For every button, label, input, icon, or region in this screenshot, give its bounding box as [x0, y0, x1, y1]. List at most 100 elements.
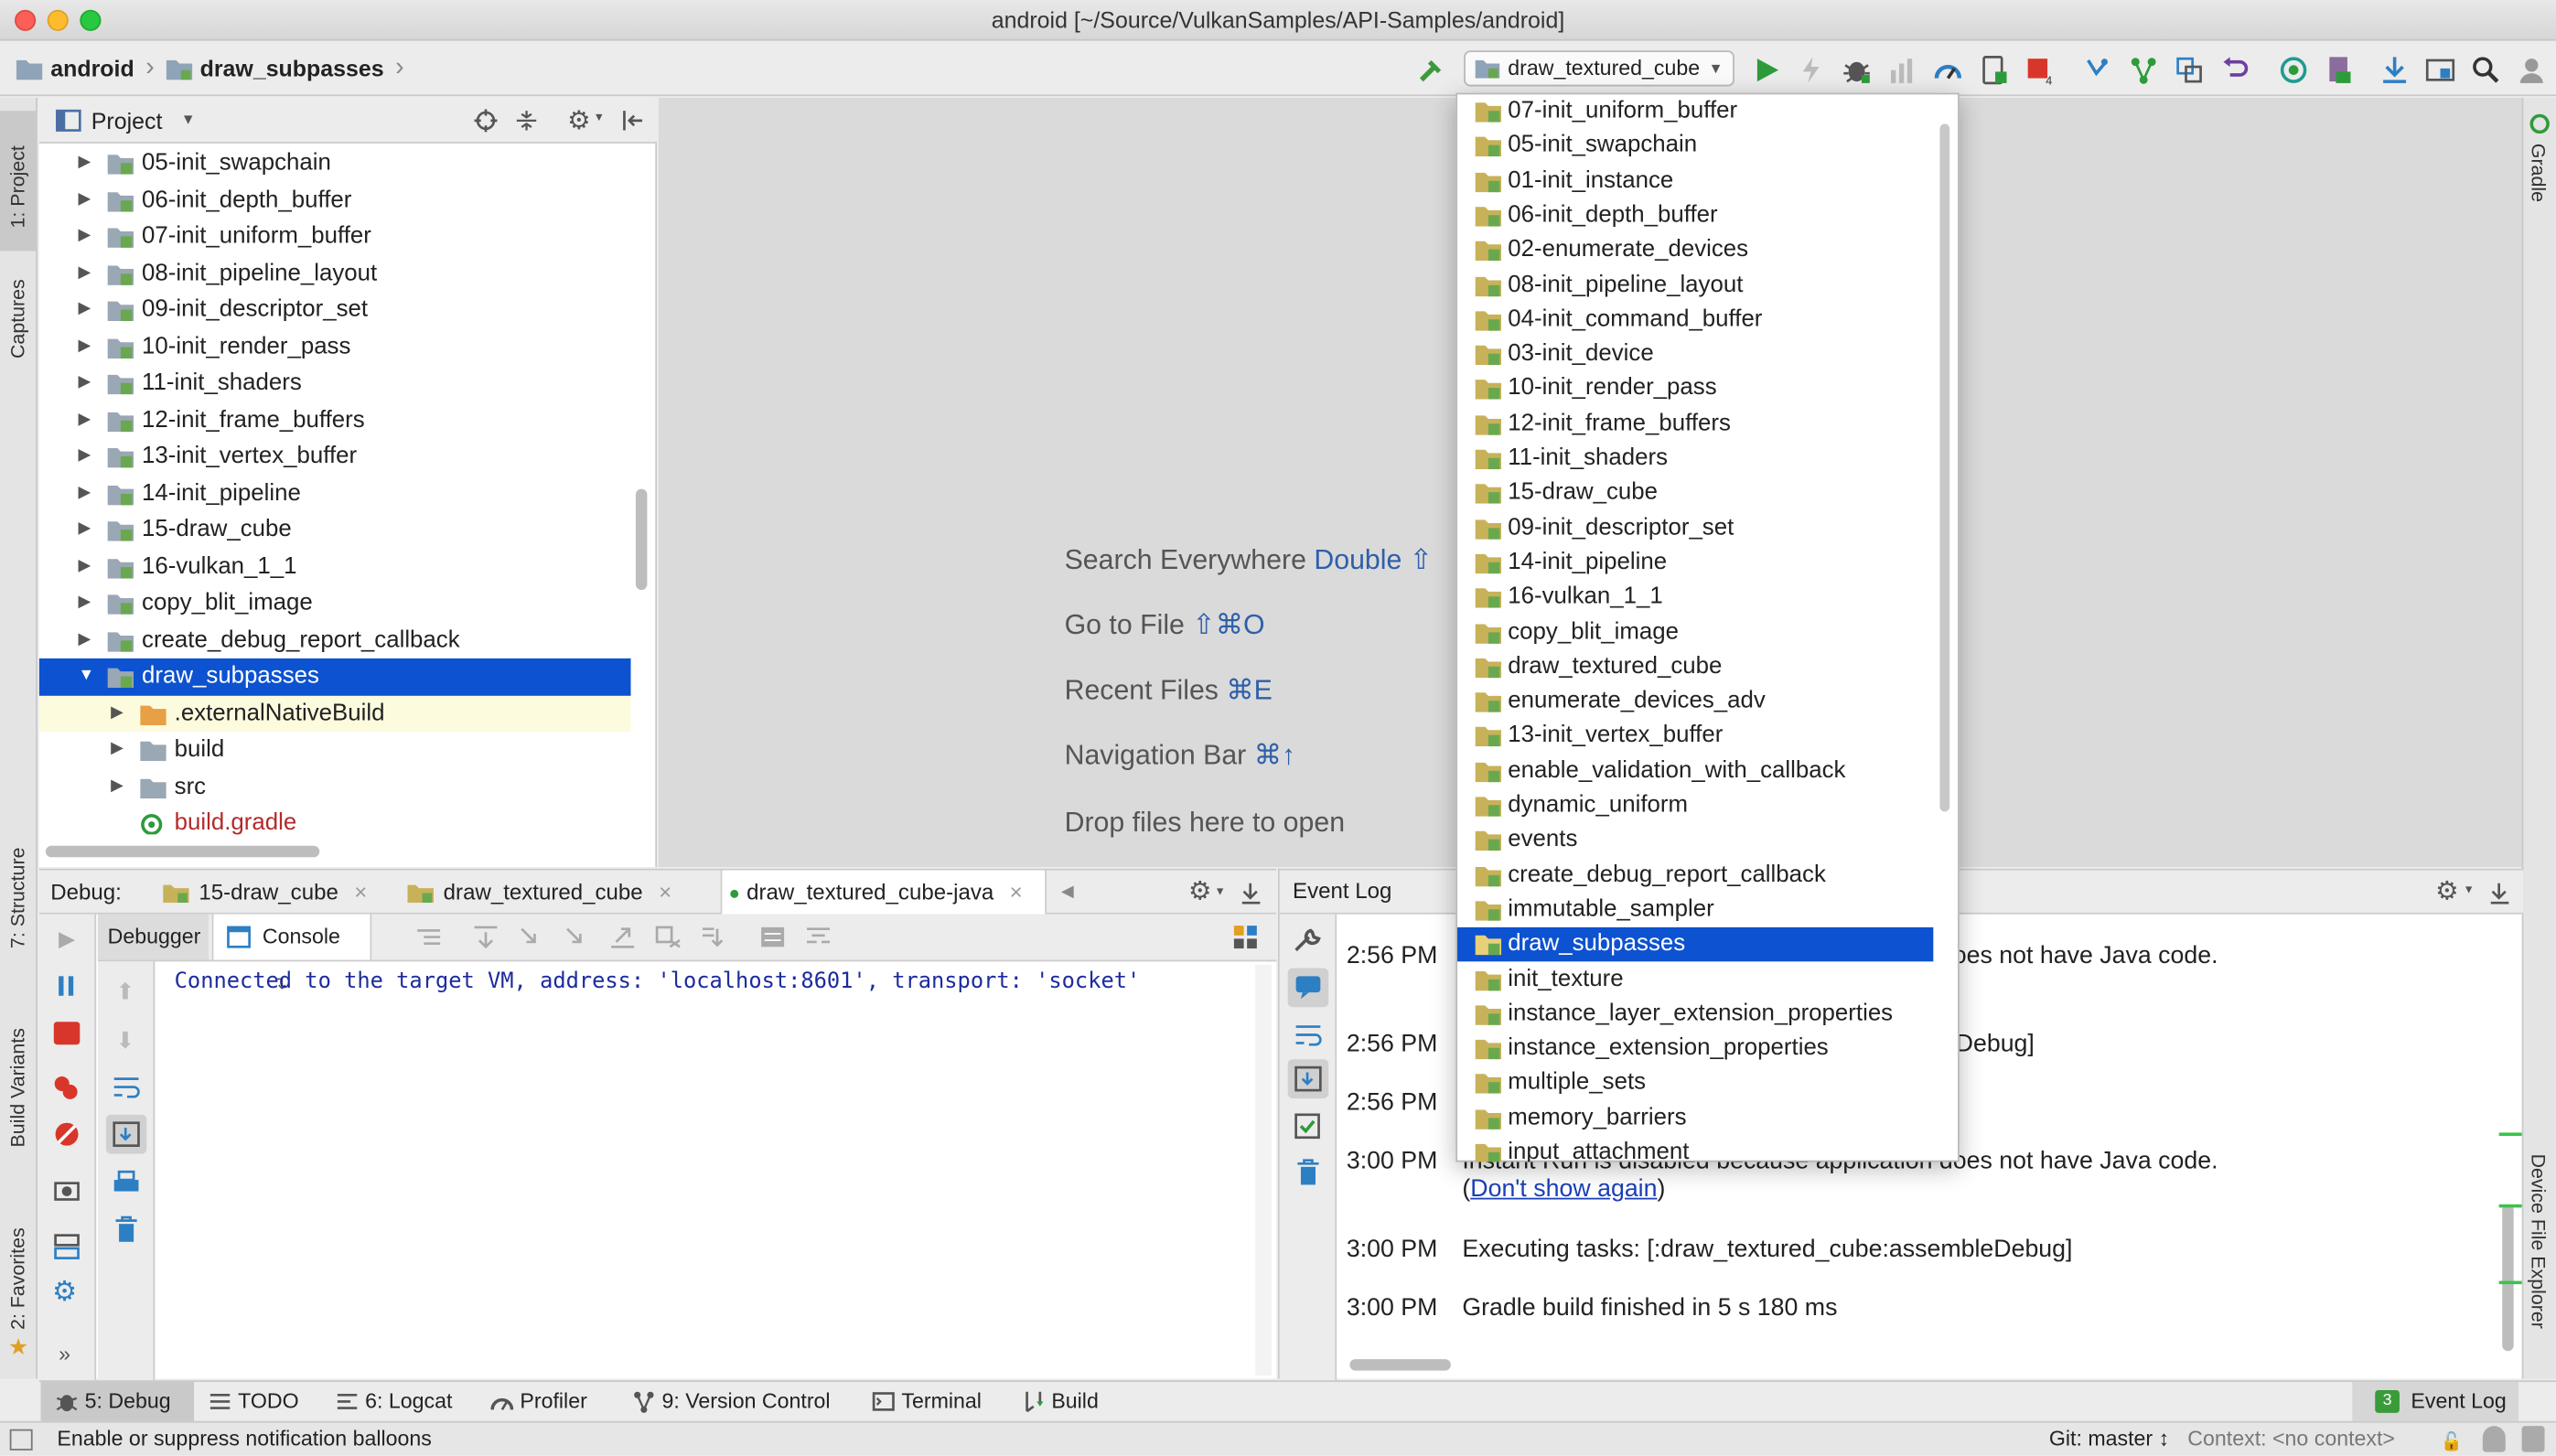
search-icon[interactable]	[2471, 56, 2500, 85]
gradle-tool-tab[interactable]: Gradle	[2523, 113, 2556, 215]
configuration-item[interactable]: 15-draw_cube	[1457, 476, 1933, 511]
compare-icon[interactable]	[2175, 56, 2204, 85]
configuration-item[interactable]: input_attachment	[1457, 1136, 1933, 1162]
event-log-horizontal-scrollbar[interactable]	[1349, 1359, 1451, 1371]
expand-arrow-right-icon[interactable]: ▶	[79, 585, 91, 622]
profiler-gauge-icon[interactable]	[1933, 56, 1962, 85]
configuration-item[interactable]: 03-init_device	[1457, 337, 1933, 372]
debug-tab-15-draw-cube[interactable]: 15-draw_cube ×	[163, 871, 367, 915]
configuration-item[interactable]: 01-init_instance	[1457, 164, 1933, 198]
git-branch-widget[interactable]: Git: master ↕	[2049, 1423, 2169, 1456]
tab-terminal[interactable]: Terminal	[869, 1382, 982, 1421]
tree-item[interactable]: ▶ 10-init_render_pass	[39, 328, 631, 365]
settings-gear-icon[interactable]: ⚙	[2435, 875, 2459, 908]
tabs-left-arrow-icon[interactable]: ◀	[1061, 871, 1074, 915]
configuration-item[interactable]: 11-init_shaders	[1457, 442, 1933, 476]
debug-tab-draw-textured-cube[interactable]: draw_textured_cube ×	[407, 871, 671, 915]
hide-panel-icon[interactable]	[621, 109, 644, 132]
configuration-item[interactable]: 06-init_depth_buffer	[1457, 198, 1933, 233]
debugger-tab[interactable]: Debugger	[97, 914, 209, 960]
settings-gear-icon[interactable]: ⚙	[1188, 871, 1212, 915]
tab-build[interactable]: Build	[1019, 1382, 1099, 1421]
vcs-branch-icon[interactable]	[2129, 56, 2158, 85]
build-variants-tool-tab[interactable]: Build Variants	[0, 1011, 36, 1173]
camera-icon[interactable]	[54, 1178, 81, 1201]
expand-arrow-right-icon[interactable]: ▶	[79, 182, 91, 219]
debug-tab-draw-textured-cube-java[interactable]: draw_textured_cube-java ×	[720, 870, 1047, 915]
configuration-item[interactable]: init_texture	[1457, 962, 1933, 997]
chevron-down-icon[interactable]: ▼	[2463, 885, 2474, 896]
layout-icon[interactable]	[54, 1234, 81, 1260]
profile-icon[interactable]	[1887, 56, 1917, 85]
trash-icon[interactable]	[1296, 1159, 1321, 1186]
hide-panel-icon[interactable]	[2489, 882, 2510, 905]
rerun-icon[interactable]	[54, 929, 81, 952]
scroll-to-end-toggle[interactable]	[105, 1114, 147, 1154]
evaluate-expression-icon[interactable]	[759, 926, 786, 948]
tree-item[interactable]: ▶ 16-vulkan_1_1	[39, 549, 631, 585]
expand-arrow-right-icon[interactable]: ▶	[79, 401, 91, 438]
expand-arrow-right-icon[interactable]: ▶	[79, 145, 91, 182]
configuration-item[interactable]: multiple_sets	[1457, 1066, 1933, 1101]
expand-arrow-right-icon[interactable]: ▶	[79, 255, 91, 292]
expand-arrow-right-icon[interactable]: ▶	[79, 328, 91, 365]
view-breakpoints-icon[interactable]	[52, 1074, 81, 1103]
attach-debugger-icon[interactable]	[1979, 56, 2008, 85]
user-icon[interactable]	[2517, 56, 2546, 85]
breadcrumb-module[interactable]: draw_subpasses	[200, 56, 384, 82]
run-to-cursor-icon[interactable]	[701, 926, 727, 948]
up-arrow-icon[interactable]: ⬆	[116, 978, 135, 1005]
down-arrow-icon[interactable]: ⬇	[116, 1027, 135, 1055]
expand-arrow-right-icon[interactable]: ▶	[79, 219, 91, 255]
tree-item[interactable]: ▶ copy_blit_image	[39, 585, 631, 622]
sync-gradle-icon[interactable]	[2083, 56, 2112, 85]
collapse-all-icon[interactable]	[515, 109, 538, 132]
configuration-item[interactable]: 14-init_pipeline	[1457, 546, 1933, 581]
tab-debug[interactable]: 5: Debug	[52, 1382, 171, 1421]
tab-version-control[interactable]: 9: Version Control	[629, 1382, 831, 1421]
tree-item[interactable]: ▶ .externalNativeBuild	[38, 694, 631, 733]
trash-icon[interactable]	[114, 1215, 139, 1243]
project-tree-horizontal-scrollbar[interactable]	[45, 845, 320, 858]
tree-item[interactable]: ▶ 05-init_swapchain	[39, 145, 631, 182]
download-icon[interactable]	[2380, 56, 2410, 85]
expand-arrow-right-icon[interactable]: ▶	[111, 695, 124, 732]
tab-logcat[interactable]: 6: Logcat	[333, 1382, 452, 1421]
dont-show-again-link[interactable]: Don't show again	[1470, 1175, 1657, 1203]
run-icon[interactable]	[1753, 56, 1782, 85]
tree-item[interactable]: ▶ src	[39, 768, 631, 805]
configuration-item[interactable]: create_debug_report_callback	[1457, 858, 1933, 893]
tab-profiler[interactable]: Profiler	[488, 1382, 587, 1421]
step-over-icon[interactable]	[473, 926, 499, 949]
tree-item[interactable]: ▶ 08-init_pipeline_layout	[39, 255, 631, 292]
breadcrumb-project[interactable]: android	[50, 56, 134, 82]
project-view-selector[interactable]: Project	[91, 108, 163, 134]
tree-item[interactable]: ▶ 13-init_vertex_buffer	[39, 438, 631, 475]
configuration-item[interactable]: 10-init_render_pass	[1457, 372, 1933, 407]
scroll-from-source-icon[interactable]	[474, 109, 498, 133]
soft-wrap-icon[interactable]	[113, 1076, 140, 1098]
revert-icon[interactable]	[2220, 56, 2250, 85]
soft-wrap-icon[interactable]	[1294, 1023, 1322, 1046]
configuration-item[interactable]: draw_textured_cube	[1457, 650, 1933, 685]
configuration-item[interactable]: 12-init_frame_buffers	[1457, 407, 1933, 442]
avd-manager-icon[interactable]	[2279, 56, 2308, 85]
step-out-icon[interactable]	[609, 926, 636, 948]
close-tab-icon[interactable]: ×	[354, 880, 367, 905]
configuration-item[interactable]: immutable_sampler	[1457, 893, 1933, 927]
stop-icon[interactable]: 4	[2024, 56, 2054, 85]
expand-arrow-right-icon[interactable]: ▶	[111, 732, 124, 768]
configuration-item[interactable]: 05-init_swapchain	[1457, 129, 1933, 164]
tree-item[interactable]: ▼ draw_subpasses	[38, 658, 631, 695]
lock-icon[interactable]: 🔓	[2441, 1426, 2463, 1456]
print-icon[interactable]	[113, 1170, 140, 1196]
debug-icon[interactable]	[1842, 56, 1872, 85]
configuration-item[interactable]: enable_validation_with_callback	[1457, 754, 1933, 788]
wrench-settings-icon[interactable]	[1293, 927, 1322, 954]
trace-icon[interactable]	[805, 926, 832, 948]
mark-all-read-icon[interactable]	[1294, 1113, 1321, 1140]
configuration-item[interactable]: 02-enumerate_devices	[1457, 233, 1933, 268]
inspector-hector-icon[interactable]	[2482, 1426, 2506, 1452]
step-into-icon[interactable]	[519, 926, 545, 948]
expand-arrow-right-icon[interactable]: ▶	[79, 292, 91, 328]
